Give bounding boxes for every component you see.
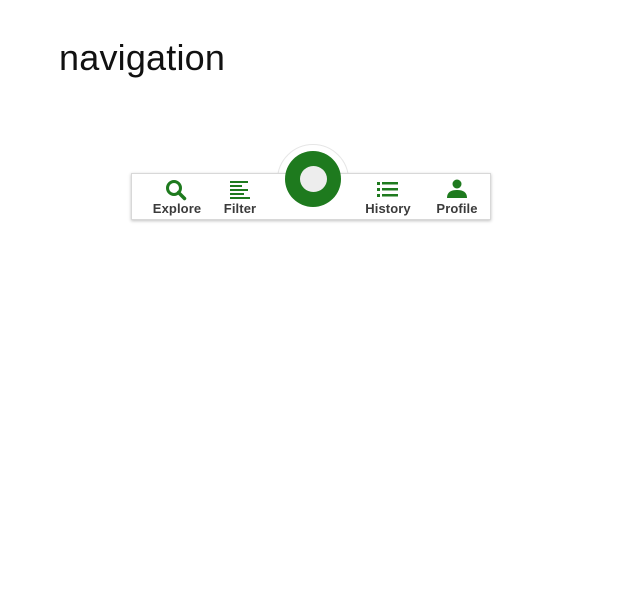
nav-item-label: Explore	[152, 201, 202, 216]
search-icon	[164, 179, 190, 201]
filter-lines-icon	[229, 179, 251, 199]
nav-item-label: History	[365, 201, 411, 216]
nav-item-label: Filter	[223, 201, 257, 216]
page-title: navigation	[59, 37, 226, 78]
person-icon	[445, 179, 469, 199]
nav-item-filter[interactable]: Filter	[218, 174, 262, 220]
nav-item-profile[interactable]: Profile	[432, 174, 482, 220]
center-action-button[interactable]	[285, 151, 341, 207]
circle-icon	[299, 166, 327, 192]
nav-item-history[interactable]: History	[362, 174, 414, 220]
nav-item-explore[interactable]: Explore	[146, 174, 208, 220]
nav-item-label: Profile	[436, 201, 478, 216]
list-icon	[376, 179, 400, 199]
